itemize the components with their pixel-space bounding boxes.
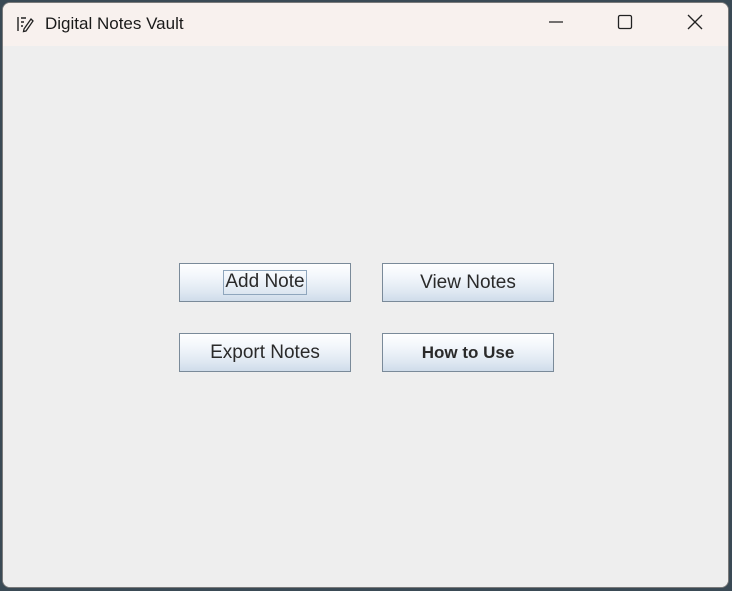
how-to-use-label: How to Use xyxy=(421,342,515,362)
maximize-button[interactable] xyxy=(602,3,648,46)
minimize-button[interactable] xyxy=(533,3,579,46)
notes-edit-icon xyxy=(15,14,35,34)
add-note-label: Add Note xyxy=(223,270,307,295)
export-notes-label: Export Notes xyxy=(210,341,320,363)
export-notes-button[interactable]: Export Notes xyxy=(179,333,351,372)
add-note-button[interactable]: Add Note xyxy=(179,263,351,302)
how-to-use-button[interactable]: How to Use xyxy=(382,333,554,372)
maximize-icon xyxy=(617,14,633,35)
title-bar[interactable]: Digital Notes Vault xyxy=(3,3,728,46)
close-icon xyxy=(686,13,704,36)
window-title: Digital Notes Vault xyxy=(45,14,184,33)
view-notes-label: View Notes xyxy=(420,271,516,293)
view-notes-button[interactable]: View Notes xyxy=(382,263,554,302)
minimize-icon xyxy=(548,14,564,35)
app-window: Digital Notes Vault Add Note View Notes … xyxy=(2,2,729,588)
main-panel: Add Note View Notes Export Notes How to … xyxy=(3,46,728,587)
close-button[interactable] xyxy=(672,3,718,46)
